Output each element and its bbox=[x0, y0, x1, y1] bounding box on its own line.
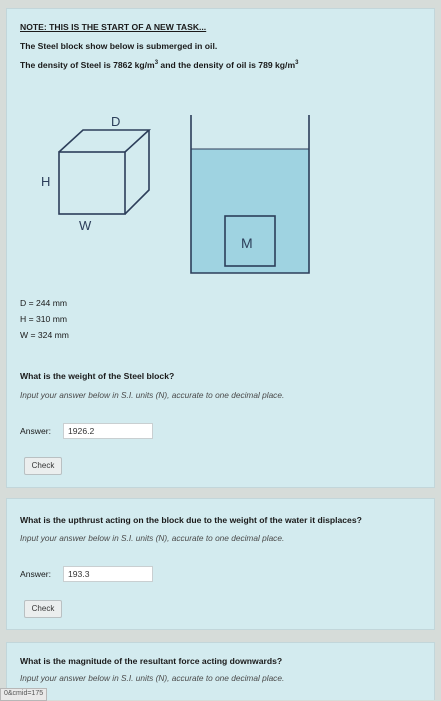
dimension-w: W = 324 mm bbox=[20, 330, 69, 340]
question-3: What is the magnitude of the resultant f… bbox=[20, 656, 283, 666]
question-1: What is the weight of the Steel block? bbox=[20, 371, 175, 381]
task-card: NOTE: THIS IS THE START OF A NEW TASK...… bbox=[6, 8, 435, 488]
question-2: What is the upthrust acting on the block… bbox=[20, 515, 362, 525]
check-2-button[interactable]: Check bbox=[24, 600, 62, 618]
question-3-card: What is the magnitude of the resultant f… bbox=[6, 642, 435, 700]
cube-side-face bbox=[124, 130, 150, 215]
tank-label-m: M bbox=[241, 235, 253, 251]
answer-1-label: Answer: bbox=[20, 426, 52, 436]
question-1-instruction: Input your answer below in S.I. units (N… bbox=[20, 390, 285, 400]
oil-tank-diagram: M bbox=[190, 115, 310, 274]
dimension-d: D = 244 mm bbox=[20, 298, 68, 308]
question-2-instruction: Input your answer below in S.I. units (N… bbox=[20, 533, 285, 543]
dimension-h: H = 310 mm bbox=[20, 314, 68, 324]
cube-label-w: W bbox=[79, 218, 92, 233]
cube-label-d: D bbox=[111, 114, 120, 129]
cube-top-face bbox=[58, 129, 152, 153]
answer-1-input[interactable]: 1926.2 bbox=[63, 423, 153, 439]
density-statement: The density of Steel is 7862 kg/m 3 and t… bbox=[20, 60, 298, 71]
check-1-button[interactable]: Check bbox=[24, 457, 62, 475]
task-description: The Steel block show below is submerged … bbox=[20, 41, 218, 51]
cube-front-face bbox=[58, 151, 126, 215]
answer-2-input[interactable]: 193.3 bbox=[63, 566, 153, 582]
task-note: NOTE: THIS IS THE START OF A NEW TASK... bbox=[20, 22, 207, 32]
steel-density-text: The density of Steel is 7862 kg/m bbox=[20, 60, 155, 70]
answer-2-label: Answer: bbox=[20, 569, 52, 579]
steel-block-diagram: D H W bbox=[41, 114, 152, 233]
cube-label-h: H bbox=[41, 174, 50, 189]
unit-superscript: 3 bbox=[295, 60, 299, 67]
status-bar-url: 0&cmid=175 bbox=[0, 688, 48, 701]
question-2-card: What is the upthrust acting on the block… bbox=[6, 498, 435, 630]
oil-density-text: and the density of oil is 789 kg/m bbox=[158, 60, 296, 70]
question-3-instruction: Input your answer below in S.I. units (N… bbox=[20, 673, 285, 683]
